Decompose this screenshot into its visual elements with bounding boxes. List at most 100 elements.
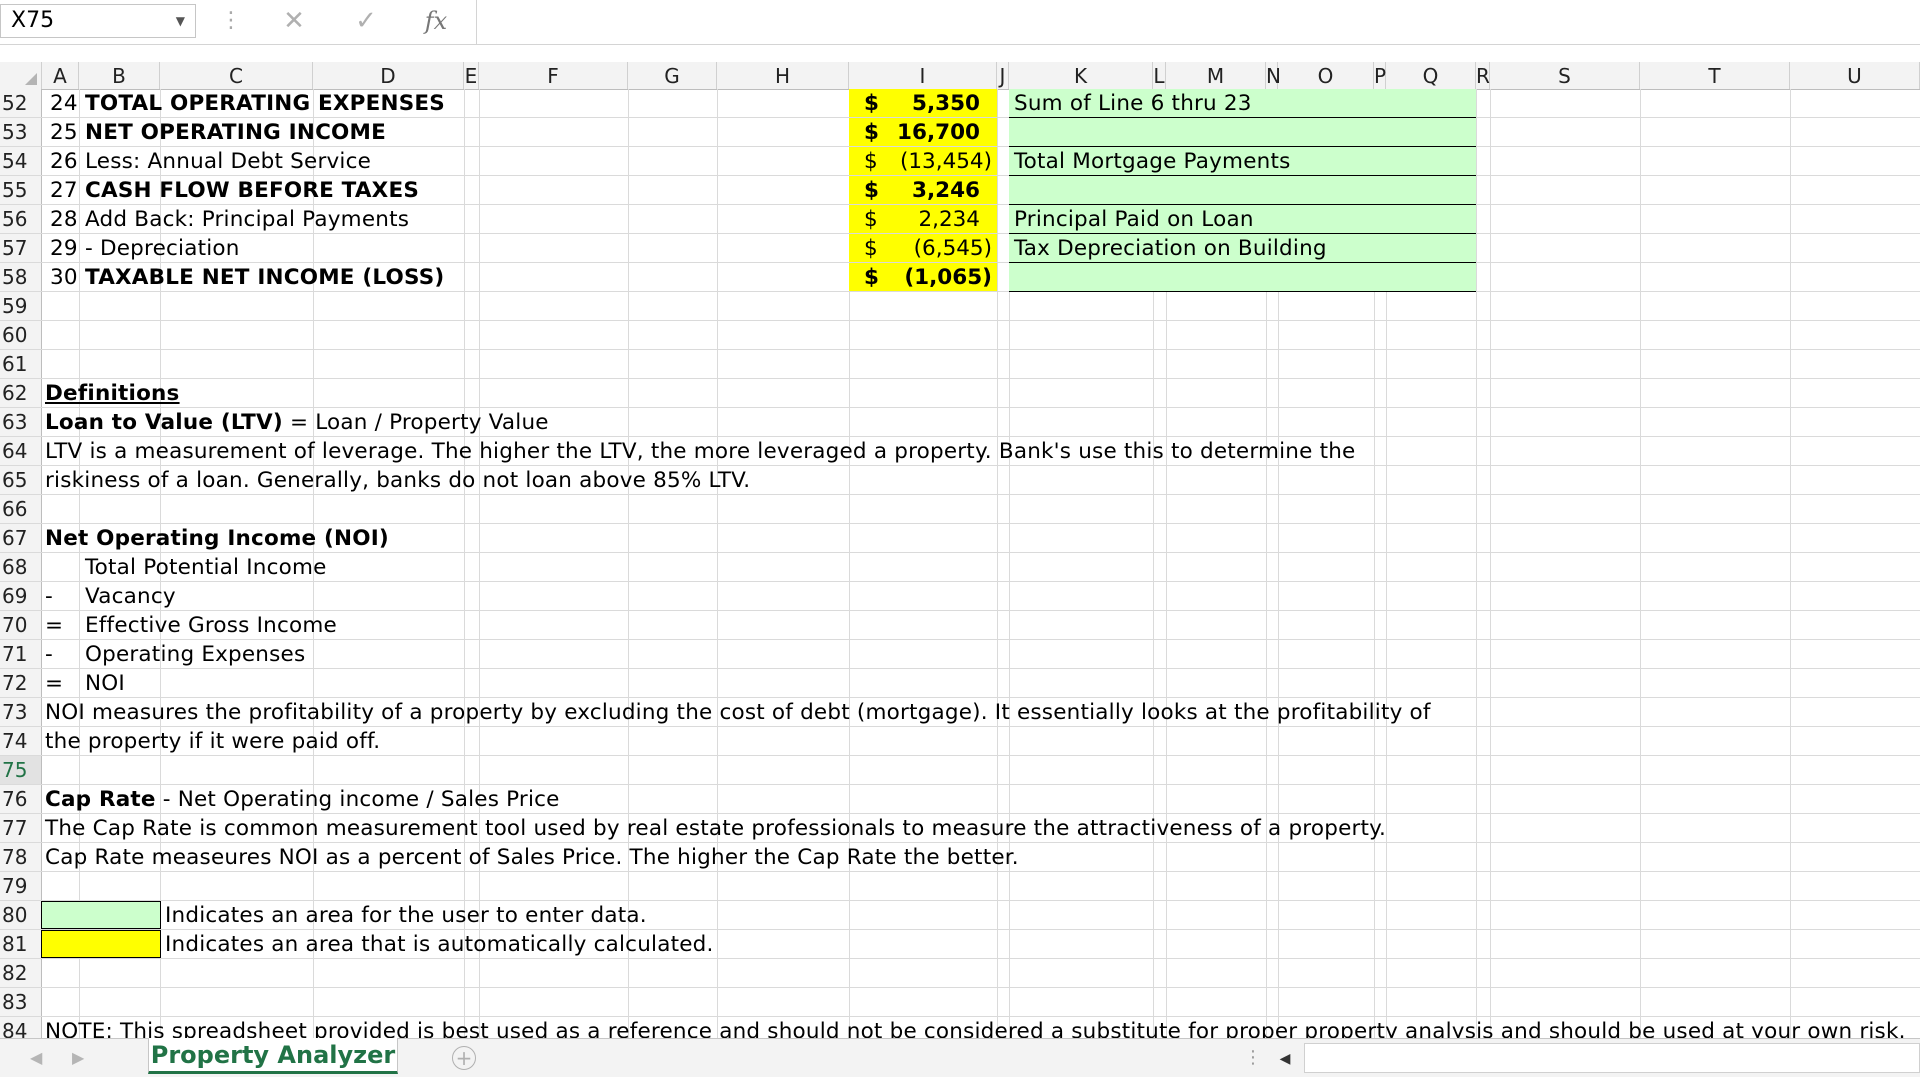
calculated-value[interactable]: 2,234 bbox=[880, 205, 980, 233]
column-header-d[interactable]: D bbox=[313, 62, 464, 89]
row-header[interactable]: 54 bbox=[0, 147, 42, 175]
row-header[interactable]: 56 bbox=[0, 205, 42, 233]
column-header-b[interactable]: B bbox=[79, 62, 160, 89]
column-header-c[interactable]: C bbox=[160, 62, 313, 89]
row-header[interactable]: 73 bbox=[0, 698, 42, 726]
row-header[interactable]: 70 bbox=[0, 611, 42, 639]
line-note[interactable]: Total Mortgage Payments bbox=[1014, 147, 1290, 175]
line-note[interactable]: Tax Depreciation on Building bbox=[1014, 234, 1327, 262]
calculated-value[interactable]: (13,454) bbox=[880, 147, 992, 175]
column-header-s[interactable]: S bbox=[1490, 62, 1640, 89]
select-all-button[interactable] bbox=[0, 62, 42, 89]
row-header[interactable]: 65 bbox=[0, 466, 42, 494]
check-icon[interactable]: ✓ bbox=[346, 4, 386, 38]
horizontal-scrollbar[interactable] bbox=[1304, 1043, 1920, 1073]
row-header[interactable]: 76 bbox=[0, 785, 42, 813]
row-header[interactable]: 80 bbox=[0, 901, 42, 929]
table-row: 74 the property if it were paid off. bbox=[0, 727, 1920, 756]
calculated-value[interactable]: (6,545) bbox=[880, 234, 992, 262]
table-row: 57 29 - Depreciation $ (6,545) Tax Depre… bbox=[0, 234, 1920, 263]
divider bbox=[476, 0, 477, 44]
more-options-icon: ⋮ bbox=[220, 8, 242, 33]
row-header[interactable]: 58 bbox=[0, 263, 42, 291]
column-header-t[interactable]: T bbox=[1640, 62, 1790, 89]
plus-icon[interactable]: + bbox=[452, 1046, 476, 1070]
column-header-n[interactable]: N bbox=[1266, 62, 1281, 89]
definition-term: Cap Rate bbox=[45, 787, 156, 812]
calculated-value[interactable]: 5,350 bbox=[880, 89, 980, 117]
close-icon[interactable]: ✕ bbox=[274, 4, 314, 38]
column-header-l[interactable]: L bbox=[1153, 62, 1166, 89]
row-header[interactable]: 75 bbox=[0, 756, 42, 784]
calculated-value[interactable]: 16,700 bbox=[880, 118, 980, 146]
row-header[interactable]: 67 bbox=[0, 524, 42, 552]
table-row: 55 27 CASH FLOW BEFORE TAXES $ 3,246 bbox=[0, 176, 1920, 205]
insert-function-button[interactable]: fx bbox=[416, 4, 456, 38]
row-header[interactable]: 57 bbox=[0, 234, 42, 262]
row-header[interactable]: 77 bbox=[0, 814, 42, 842]
line-note[interactable]: Principal Paid on Loan bbox=[1014, 205, 1254, 233]
row-header[interactable]: 69 bbox=[0, 582, 42, 610]
column-header-q[interactable]: Q bbox=[1386, 62, 1476, 89]
row-header[interactable]: 55 bbox=[0, 176, 42, 204]
chevron-right-icon[interactable]: ▶ bbox=[72, 1039, 84, 1077]
disclaimer-text: NOTE: This spreadsheet provided is best … bbox=[45, 1019, 1906, 1038]
legend-label: Indicates an area that is automatically … bbox=[165, 932, 714, 957]
column-header-r[interactable]: R bbox=[1476, 62, 1490, 89]
line-note[interactable]: Sum of Line 6 thru 23 bbox=[1014, 89, 1252, 117]
formula-input[interactable] bbox=[480, 4, 1920, 38]
column-header-e[interactable]: E bbox=[464, 62, 479, 89]
row-header[interactable]: 60 bbox=[0, 321, 42, 349]
row-header[interactable]: 59 bbox=[0, 292, 42, 320]
table-row: 69 - Vacancy bbox=[0, 582, 1920, 611]
sheet-tab-property-analyzer[interactable]: Property Analyzer bbox=[148, 1038, 398, 1074]
chevron-left-icon[interactable]: ◀ bbox=[30, 1039, 42, 1077]
row-header[interactable]: 68 bbox=[0, 553, 42, 581]
legend-label: Indicates an area for the user to enter … bbox=[165, 903, 647, 928]
line-number: 24 bbox=[50, 91, 78, 116]
column-header-f[interactable]: F bbox=[479, 62, 628, 89]
row-header[interactable]: 52 bbox=[0, 89, 42, 117]
row-header[interactable]: 83 bbox=[0, 988, 42, 1016]
row-header[interactable]: 71 bbox=[0, 640, 42, 668]
column-header-g[interactable]: G bbox=[628, 62, 717, 89]
chevron-down-icon[interactable]: ▼ bbox=[176, 5, 185, 37]
row-header[interactable]: 63 bbox=[0, 408, 42, 436]
row-header[interactable]: 74 bbox=[0, 727, 42, 755]
column-header-o[interactable]: O bbox=[1278, 62, 1374, 89]
definition-text: riskiness of a loan. Generally, banks do… bbox=[45, 468, 751, 493]
definition-line: Loan to Value (LTV) = Loan / Property Va… bbox=[45, 408, 549, 436]
row-header[interactable]: 79 bbox=[0, 872, 42, 900]
row-header[interactable]: 81 bbox=[0, 930, 42, 958]
definition-formula: - Net Operating income / Sales Price bbox=[155, 787, 560, 812]
row-header[interactable]: 78 bbox=[0, 843, 42, 871]
row-header[interactable]: 84 bbox=[0, 1017, 42, 1038]
column-header-u[interactable]: U bbox=[1790, 62, 1920, 89]
column-header-a[interactable]: A bbox=[42, 62, 79, 89]
table-row: 84 NOTE: This spreadsheet provided is be… bbox=[0, 1017, 1920, 1038]
calculated-value[interactable]: (1,065) bbox=[880, 263, 992, 291]
formula-step: Total Potential Income bbox=[85, 555, 327, 580]
row-header[interactable]: 61 bbox=[0, 350, 42, 378]
row-header[interactable]: 64 bbox=[0, 437, 42, 465]
scroll-left-icon[interactable]: ◀ bbox=[1272, 1047, 1298, 1071]
row-header[interactable]: 53 bbox=[0, 118, 42, 146]
row-header[interactable]: 72 bbox=[0, 669, 42, 697]
row-header[interactable]: 82 bbox=[0, 959, 42, 987]
column-header-i[interactable]: I bbox=[849, 62, 997, 89]
calculated-value[interactable]: 3,246 bbox=[880, 176, 980, 204]
column-header-j[interactable]: J bbox=[997, 62, 1009, 89]
currency-symbol: $ bbox=[864, 265, 879, 290]
definition-term: Net Operating Income (NOI) bbox=[45, 526, 389, 551]
spreadsheet-grid[interactable]: 52 24 TOTAL OPERATING EXPENSES $ 5,350 S… bbox=[0, 89, 1920, 1038]
more-options-icon[interactable]: ⋮ bbox=[1244, 1039, 1262, 1077]
row-header[interactable]: 62 bbox=[0, 379, 42, 407]
column-header-k[interactable]: K bbox=[1009, 62, 1153, 89]
name-box[interactable]: X75 ▼ bbox=[0, 4, 196, 38]
column-header-m[interactable]: M bbox=[1166, 62, 1266, 89]
line-number: 30 bbox=[50, 265, 78, 290]
column-header-h[interactable]: H bbox=[717, 62, 849, 89]
column-header-p[interactable]: P bbox=[1374, 62, 1386, 89]
row-header[interactable]: 66 bbox=[0, 495, 42, 523]
definition-text: NOI measures the profitability of a prop… bbox=[45, 700, 1431, 725]
